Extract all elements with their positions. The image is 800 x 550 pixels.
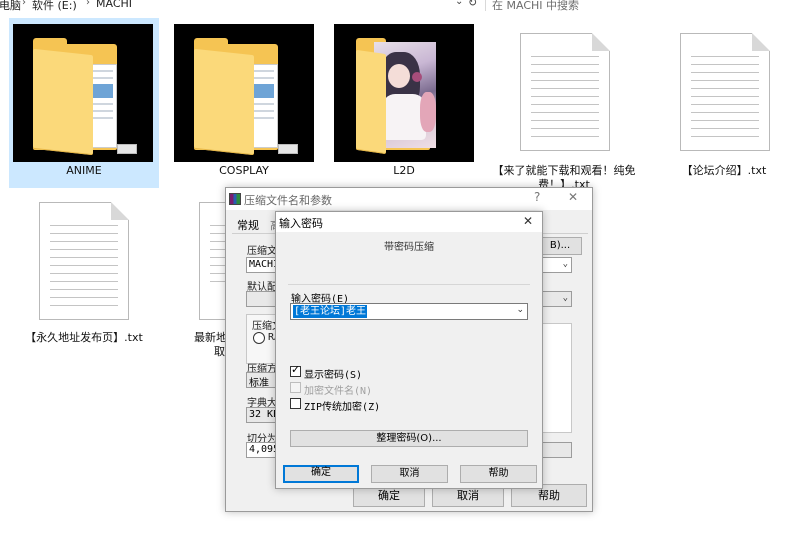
dialog-header-text: 带密码压缩 — [384, 242, 434, 253]
encrypt-filenames-checkbox[interactable] — [290, 382, 301, 393]
profile-select-end[interactable]: ⌄ — [538, 291, 572, 307]
options-list[interactable] — [538, 323, 572, 433]
archive-name-field-end[interactable]: ⌄ — [538, 257, 572, 273]
breadcrumb-drive[interactable]: 软件 (E:) — [32, 0, 77, 13]
folder-thumbnail — [174, 24, 314, 162]
file-name: ANIME — [66, 164, 102, 177]
format-radio-rar[interactable] — [253, 332, 265, 344]
file-tile-cosplay[interactable]: COSPLAY — [169, 18, 319, 188]
file-name: 【论坛介绍】.txt — [681, 164, 767, 177]
close-icon[interactable]: ✕ — [523, 214, 533, 228]
show-password-label: 显示密码(S) — [304, 370, 363, 381]
file-name-line2: 取 — [214, 345, 225, 358]
breadcrumb-separator-icon[interactable]: › — [22, 0, 26, 8]
address-history-dropdown-icon[interactable]: ⌄ — [455, 0, 463, 7]
password-value: [老王论坛]老王 — [293, 305, 368, 318]
winrar-app-icon — [229, 193, 241, 205]
folder-thumbnail — [334, 24, 474, 162]
dialog-title-bar[interactable]: 输入密码 ✕ — [276, 212, 542, 232]
breadcrumb-folder[interactable]: MACHI — [96, 0, 132, 10]
address-bar[interactable]: 此电脑 › 软件 (E:) › MACHI ⌄ ↻ 在 MACHI 中搜索 — [0, 0, 800, 12]
text-file-icon — [39, 202, 129, 320]
password-dialog: 输入密码 ✕ 带密码压缩 输入密码(E) [老王论坛]老王 ⌄ ✓ 显示密码(S… — [275, 211, 543, 489]
dialog-title: 压缩文件名和参数 — [244, 194, 332, 207]
file-name: COSPLAY — [219, 164, 269, 177]
chevron-down-icon[interactable]: ⌄ — [516, 305, 524, 315]
zip-legacy-checkbox[interactable] — [290, 398, 301, 409]
zip-legacy-label: ZIP传统加密(Z) — [304, 402, 381, 413]
text-file-icon — [680, 33, 770, 151]
desktop-screen: 此电脑 › 软件 (E:) › MACHI ⌄ ↻ 在 MACHI 中搜索 AN… — [0, 0, 800, 550]
archive-name-label: 压缩文 — [247, 246, 277, 257]
browse-button[interactable]: B)... — [538, 237, 582, 255]
password-input[interactable]: [老王论坛]老王 ⌄ — [290, 303, 528, 320]
dialog-title: 输入密码 — [279, 217, 323, 230]
dialog-body: 带密码压缩 输入密码(E) [老王论坛]老王 ⌄ ✓ 显示密码(S) 加密文件名… — [276, 232, 542, 488]
checkmark-icon: ✓ — [291, 363, 301, 376]
organize-passwords-button[interactable]: 整理密码(O)... — [290, 430, 528, 447]
file-tile-txt-forum[interactable]: 【论坛介绍】.txt — [649, 18, 799, 188]
show-password-checkbox[interactable]: ✓ — [290, 363, 301, 377]
breadcrumb-separator-icon[interactable]: › — [86, 0, 90, 8]
file-tile-txt-free[interactable]: 【来了就能下载和观看！纯免费！】.txt — [489, 18, 639, 191]
chevron-down-icon[interactable]: ⌄ — [563, 259, 568, 269]
search-input[interactable]: 在 MACHI 中搜索 — [492, 0, 579, 13]
file-name: L2D — [393, 164, 415, 177]
breadcrumb-this-pc[interactable]: 此电脑 — [0, 0, 21, 13]
file-name: 【永久地址发布页】.txt — [25, 331, 143, 344]
folder-thumbnail — [13, 24, 153, 162]
encrypt-filenames-label: 加密文件名(N) — [304, 386, 373, 397]
dialog-title-bar[interactable]: 压缩文件名和参数 ? ✕ — [226, 188, 592, 210]
tab-general[interactable]: 常规 — [237, 217, 259, 233]
cancel-button[interactable]: 取消 — [371, 465, 448, 483]
split-unit-field[interactable] — [538, 442, 572, 458]
text-file-icon — [520, 33, 610, 151]
file-tile-txt-permanent[interactable]: 【永久地址发布页】.txt — [9, 188, 159, 358]
refresh-icon[interactable]: ↻ — [468, 0, 477, 9]
file-tile-l2d[interactable]: L2D — [329, 18, 479, 188]
help-icon[interactable]: ? — [534, 190, 540, 204]
chevron-down-icon[interactable]: ⌄ — [563, 293, 568, 303]
close-icon[interactable]: ✕ — [568, 190, 578, 204]
divider — [485, 0, 486, 11]
divider — [288, 284, 530, 285]
help-button[interactable]: 帮助 — [460, 465, 537, 483]
file-tile-anime[interactable]: ANIME — [9, 18, 159, 188]
ok-button[interactable]: 确定 — [283, 465, 359, 483]
